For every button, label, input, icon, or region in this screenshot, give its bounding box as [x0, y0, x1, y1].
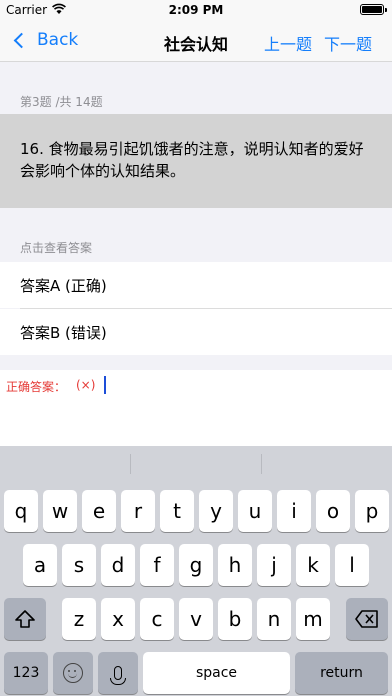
key-b[interactable]: b — [218, 598, 252, 640]
status-bar: Carrier 2:09 PM — [0, 0, 392, 22]
question-card: 16. 食物最易引起饥饿者的注意，说明认知者的爱好会影响个体的认知结果。 — [0, 114, 392, 208]
previous-question-button[interactable]: 上一题 — [264, 31, 312, 55]
option-b[interactable]: 答案B (错误) — [0, 309, 392, 355]
return-key[interactable]: return — [295, 652, 388, 694]
text-cursor — [104, 376, 106, 394]
shift-icon — [15, 610, 35, 628]
microphone-icon — [110, 666, 126, 685]
key-p[interactable]: p — [355, 490, 389, 532]
correct-answer-field[interactable]: 正确答案： (×) — [0, 370, 392, 446]
key-n[interactable]: n — [257, 598, 291, 640]
key-w[interactable]: w — [43, 490, 77, 532]
key-o[interactable]: o — [316, 490, 350, 532]
option-b-label: 答案B (错误) — [20, 324, 107, 342]
key-f[interactable]: f — [140, 544, 174, 586]
key-c[interactable]: c — [140, 598, 174, 640]
key-u[interactable]: u — [238, 490, 272, 532]
key-v[interactable]: v — [179, 598, 213, 640]
suggestion-divider — [130, 454, 131, 474]
key-q[interactable]: q — [4, 490, 38, 532]
key-j[interactable]: j — [257, 544, 291, 586]
key-i[interactable]: i — [277, 490, 311, 532]
key-e[interactable]: e — [82, 490, 116, 532]
correct-answer-value: (×) — [76, 378, 96, 392]
key-h[interactable]: h — [218, 544, 252, 586]
key-s[interactable]: s — [62, 544, 96, 586]
suggestion-divider — [261, 454, 262, 474]
question-progress: 第3题 /共 14题 — [20, 95, 103, 109]
emoji-key[interactable] — [53, 652, 93, 694]
key-t[interactable]: t — [160, 490, 194, 532]
shift-key[interactable] — [4, 598, 46, 640]
numbers-key[interactable]: 123 — [4, 652, 48, 694]
emoji-icon — [63, 663, 83, 683]
status-time: 2:09 PM — [168, 3, 224, 17]
correct-answer-label: 正确答案： — [6, 380, 67, 394]
key-l[interactable]: l — [335, 544, 369, 586]
key-y[interactable]: y — [199, 490, 233, 532]
space-key[interactable]: space — [143, 652, 290, 694]
key-g[interactable]: g — [179, 544, 213, 586]
battery-icon — [360, 4, 387, 15]
navigation-bar: Back 社会认知 上一题 下一题 — [0, 22, 392, 62]
key-a[interactable]: a — [23, 544, 57, 586]
next-question-button[interactable]: 下一题 — [324, 31, 372, 55]
option-a-label: 答案A (正确) — [20, 277, 107, 295]
answer-hint: 点击查看答案 — [20, 241, 93, 255]
option-a[interactable]: 答案A (正确) — [0, 262, 392, 309]
key-d[interactable]: d — [101, 544, 135, 586]
delete-key[interactable] — [346, 598, 388, 640]
key-x[interactable]: x — [101, 598, 135, 640]
key-k[interactable]: k — [296, 544, 330, 586]
key-m[interactable]: m — [296, 598, 330, 640]
delete-icon — [355, 610, 378, 628]
keyboard: q w e r t y u i o p a s d f g h j k l z … — [0, 446, 392, 696]
question-text: 16. 食物最易引起饥饿者的注意，说明认知者的爱好会影响个体的认知结果。 — [20, 140, 364, 180]
key-z[interactable]: z — [62, 598, 96, 640]
key-r[interactable]: r — [121, 490, 155, 532]
dictation-key[interactable] — [98, 652, 138, 694]
